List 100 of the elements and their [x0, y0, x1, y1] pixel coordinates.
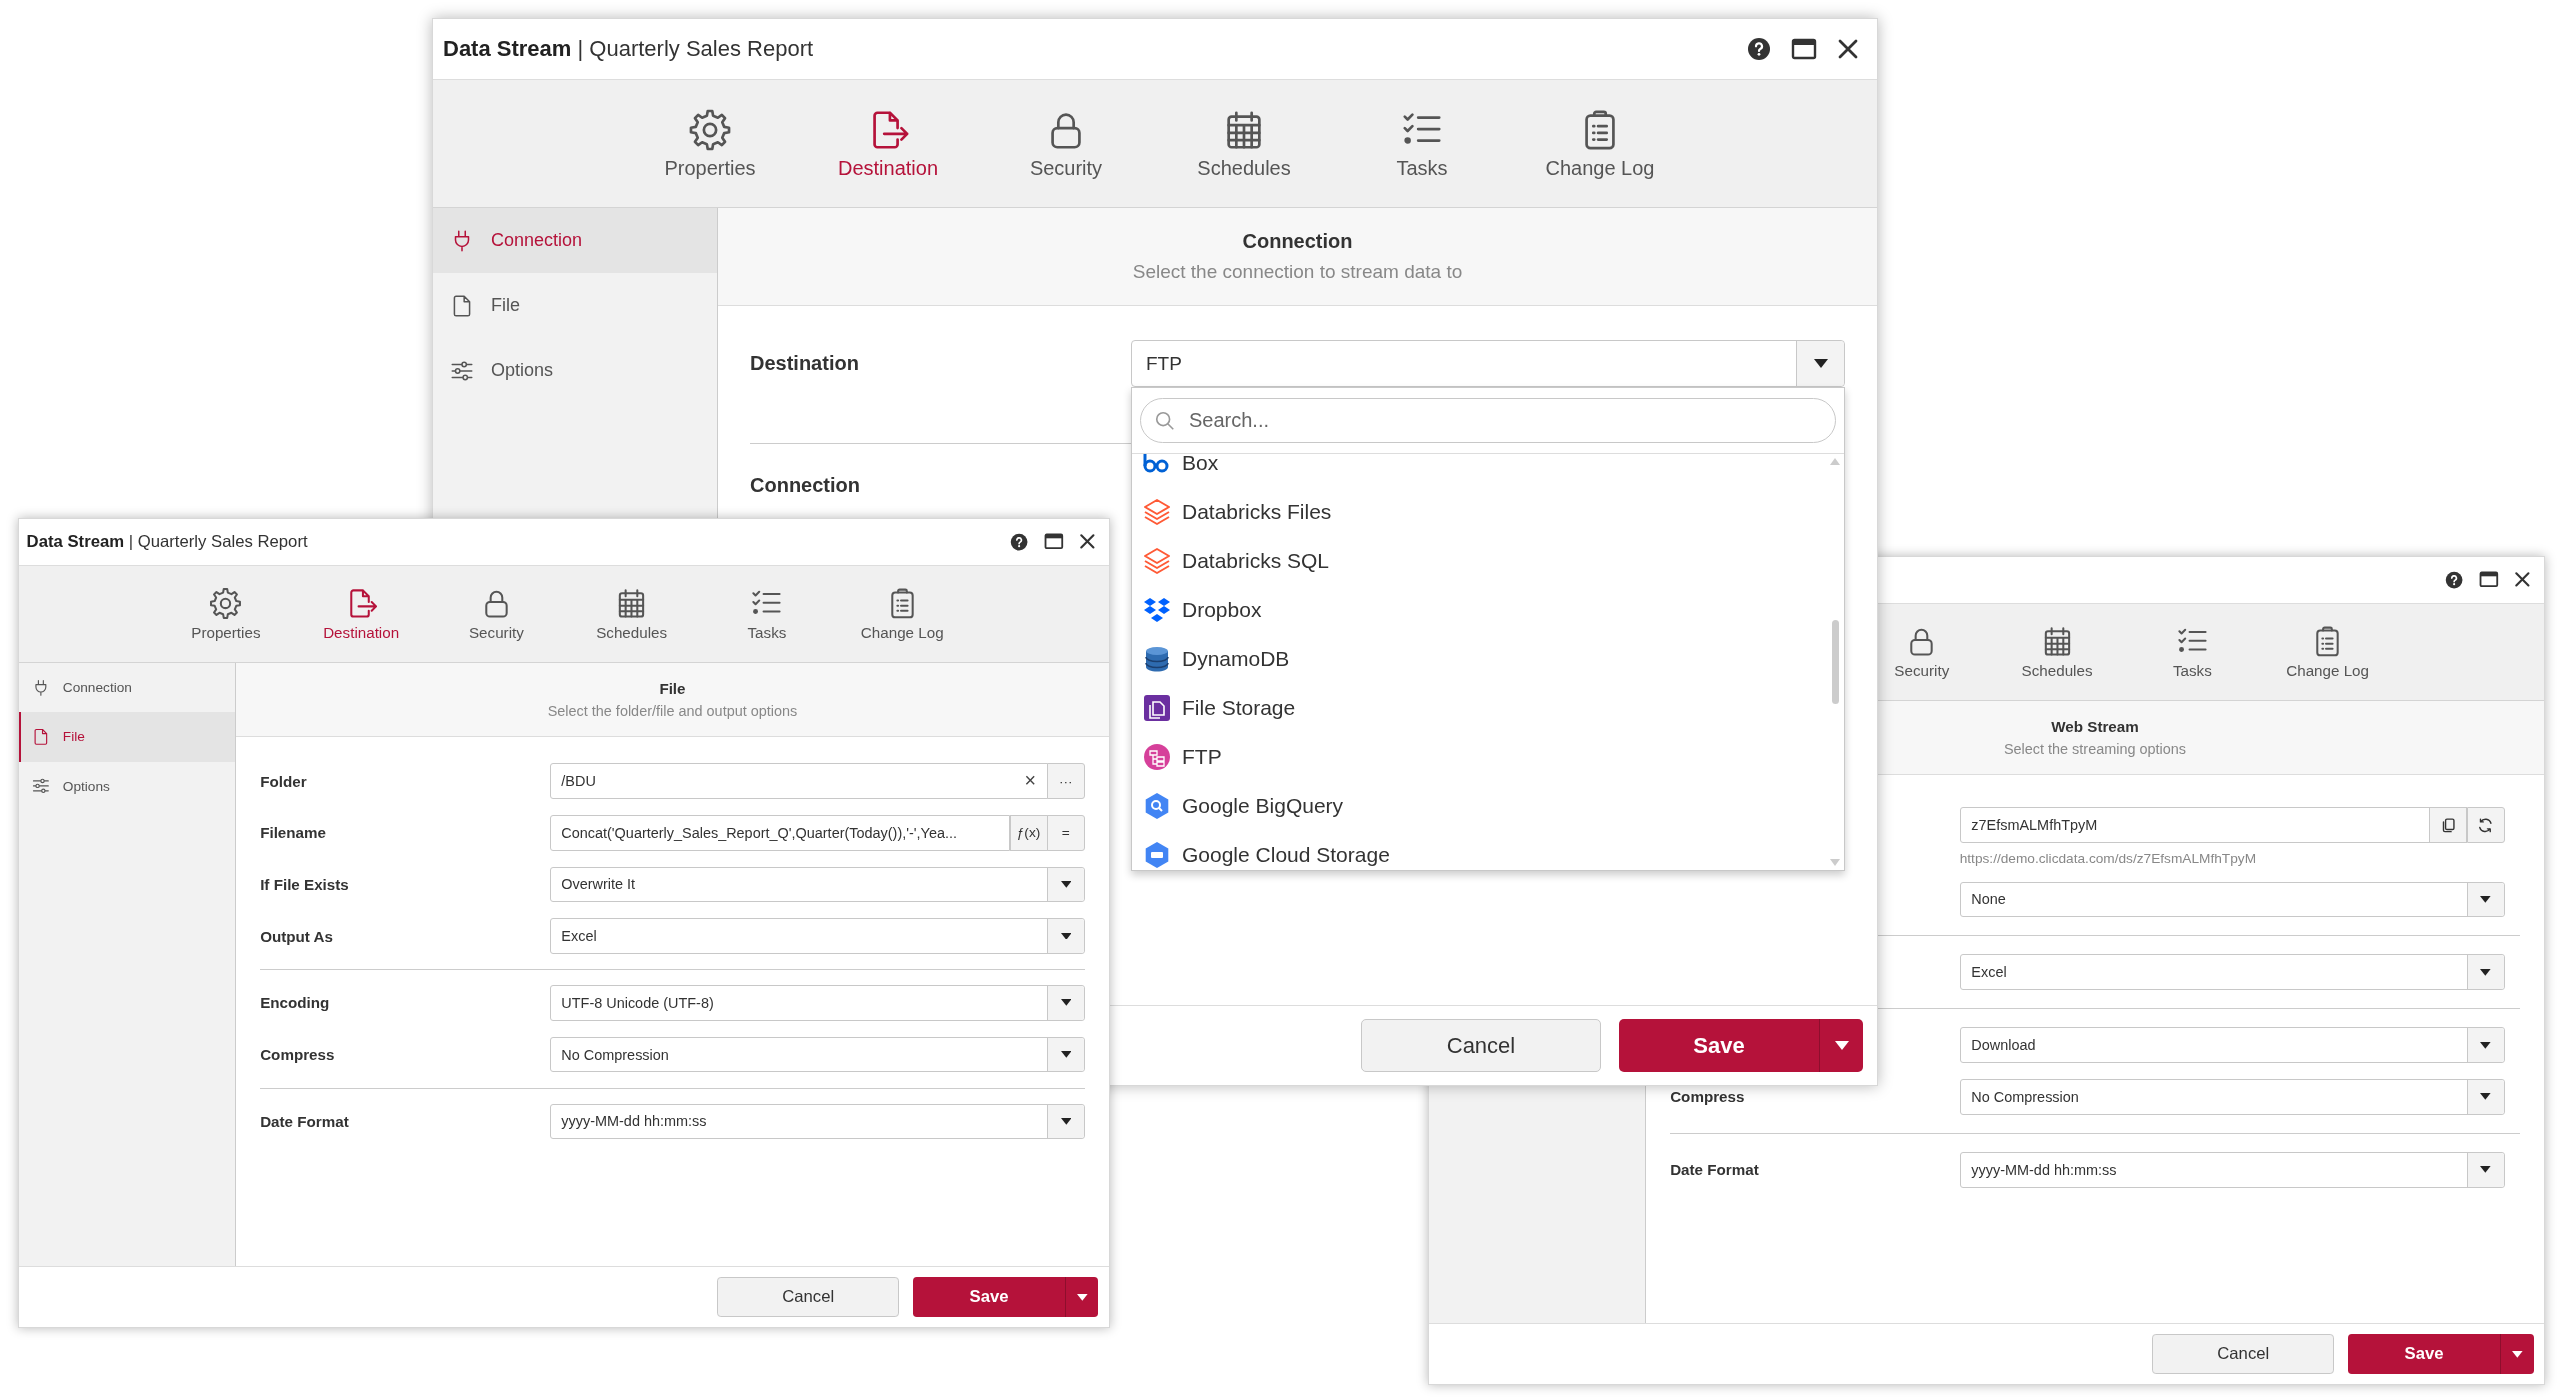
- section-subtitle: Select the connection to stream data to: [1132, 261, 1463, 283]
- cancel-button[interactable]: Cancel: [717, 1277, 900, 1318]
- select-field[interactable]: UTF-8 Unicode (UTF-8): [549, 985, 1085, 1021]
- select-field[interactable]: Download: [1959, 1027, 2505, 1064]
- gear-icon: [208, 586, 244, 622]
- toolbar-tab[interactable]: Security: [428, 565, 565, 662]
- maximize-icon[interactable]: [1043, 533, 1064, 551]
- caret-icon: [1834, 1041, 1849, 1050]
- scroll-up-icon: [1830, 458, 1840, 465]
- save-button[interactable]: Save: [913, 1277, 1066, 1318]
- stacked-layers-icon: [1142, 496, 1172, 527]
- select-field[interactable]: Excel: [1959, 954, 2505, 991]
- window-title: Data Stream | Quarterly Sales Report: [26, 531, 309, 552]
- close-icon[interactable]: [1078, 533, 1096, 551]
- field-label: Date Format: [1670, 1161, 1760, 1179]
- toolbar-tab[interactable]: Destination: [293, 565, 429, 662]
- caret-icon: [2512, 1350, 2523, 1358]
- field-label: Destination: [750, 352, 860, 375]
- toolbar-tab[interactable]: Change Log: [1511, 80, 1689, 207]
- folder-tree-icon: [1142, 741, 1172, 772]
- save-menu-button[interactable]: [2500, 1334, 2534, 1375]
- clear-button[interactable]: ×: [1013, 771, 1047, 791]
- select-field[interactable]: FTP: [1131, 340, 1845, 387]
- caret-icon: [1060, 999, 1072, 1007]
- caret-icon: [1060, 1117, 1072, 1125]
- select-field[interactable]: No Compression: [1959, 1079, 2505, 1115]
- field-label: Connection: [750, 474, 861, 497]
- caret-icon: [1076, 1293, 1088, 1301]
- input-action-button[interactable]: =: [1046, 814, 1085, 851]
- dropdown-option[interactable]: Databricks SQL: [1142, 536, 1844, 585]
- input-action-button[interactable]: ···: [1046, 763, 1085, 799]
- caret-icon: [2480, 1093, 2492, 1101]
- select-field[interactable]: Overwrite It: [549, 866, 1085, 903]
- section-title: Web Stream: [2051, 718, 2139, 736]
- toolbar-tab[interactable]: Properties: [621, 80, 799, 207]
- cancel-button[interactable]: Cancel: [2152, 1334, 2335, 1375]
- copy-button[interactable]: [2429, 807, 2468, 843]
- dropdown-option[interactable]: DynamoDB: [1142, 634, 1844, 683]
- section-subtitle: Select the folder/file and output options: [547, 703, 798, 720]
- field-label: Encoding: [260, 994, 331, 1012]
- input-action-button[interactable]: ƒ(x): [1009, 814, 1048, 851]
- stacked-layers-icon: [1142, 545, 1172, 576]
- select-field[interactable]: yyyy-MM-dd hh:mm:ss: [1959, 1152, 2505, 1188]
- close-icon[interactable]: [1837, 38, 1859, 60]
- dropdown-option[interactable]: Databricks Files: [1142, 487, 1844, 536]
- select-field[interactable]: yyyy-MM-dd hh:mm:ss: [549, 1103, 1085, 1140]
- sidebar-item[interactable]: Connection: [19, 662, 235, 713]
- gear-icon: [687, 107, 733, 153]
- sidebar-item[interactable]: Connection: [433, 208, 717, 273]
- field-label: Filename: [260, 824, 327, 842]
- section-title: Connection: [1242, 230, 1353, 253]
- toolbar-tab[interactable]: Schedules: [1155, 80, 1333, 207]
- toolbar-tab[interactable]: Schedules: [1989, 603, 2125, 700]
- toolbar-tab[interactable]: Tasks: [1333, 80, 1511, 207]
- refresh-button[interactable]: [2466, 807, 2505, 843]
- toolbar-tab[interactable]: Security: [1854, 603, 1990, 700]
- close-icon[interactable]: [2513, 571, 2531, 589]
- scroll-down-icon: [1830, 859, 1840, 866]
- search-field[interactable]: Search...: [1140, 398, 1836, 443]
- input-field[interactable]: z7EfsmALMfhTpyM: [1959, 807, 2431, 843]
- dropdown-option[interactable]: File Storage: [1142, 683, 1844, 732]
- input-field[interactable]: /BDU ×: [549, 763, 1048, 799]
- save-menu-button[interactable]: [1065, 1277, 1099, 1318]
- cancel-button[interactable]: Cancel: [1361, 1019, 1601, 1072]
- save-button[interactable]: Save: [2348, 1334, 2501, 1375]
- sidebar-item[interactable]: Options: [433, 338, 717, 403]
- toolbar-tab[interactable]: Change Log: [2259, 603, 2396, 700]
- toolbar-tab[interactable]: Schedules: [564, 565, 700, 662]
- toolbar-tab[interactable]: Tasks: [2124, 603, 2260, 700]
- help-icon[interactable]: [1010, 532, 1029, 551]
- help-icon[interactable]: [2445, 570, 2464, 589]
- toolbar-tab[interactable]: Properties: [158, 565, 294, 662]
- maximize-icon[interactable]: [2478, 571, 2499, 589]
- select-field[interactable]: No Compression: [549, 1036, 1085, 1073]
- help-icon[interactable]: [1747, 37, 1771, 61]
- section-title: File: [659, 680, 686, 698]
- toolbar-tab[interactable]: Destination: [799, 80, 977, 207]
- save-button[interactable]: Save: [1619, 1019, 1819, 1072]
- dropdown-option[interactable]: Google Cloud Storage: [1142, 830, 1844, 870]
- toolbar-tab[interactable]: Tasks: [699, 565, 835, 662]
- caret-icon: [2480, 1041, 2492, 1049]
- caret-icon: [2480, 1166, 2492, 1174]
- dropdown-option[interactable]: Box: [1142, 454, 1844, 487]
- scrollbar-thumb[interactable]: [1832, 620, 1839, 704]
- toolbar-tab[interactable]: Change Log: [834, 565, 970, 662]
- dropdown-option[interactable]: FTP: [1142, 732, 1844, 781]
- maximize-icon[interactable]: [1791, 38, 1817, 60]
- caret-icon: [1060, 932, 1072, 940]
- dropdown-option[interactable]: Google BigQuery: [1142, 781, 1844, 830]
- sidebar-item[interactable]: File: [19, 712, 235, 762]
- sidebar-item[interactable]: File: [433, 273, 717, 338]
- dropdown-option[interactable]: Dropbox: [1142, 585, 1844, 634]
- refresh-icon: [2477, 816, 2494, 834]
- save-menu-button[interactable]: [1819, 1019, 1863, 1072]
- select-field[interactable]: Excel: [549, 918, 1085, 954]
- url-text: https://demo.clicdata.com/ds/z7EfsmALMfhTpyM: [1959, 850, 2258, 866]
- sidebar-item[interactable]: Options: [19, 761, 235, 812]
- input-field[interactable]: Concat('Quarterly_Sales_Report_Q',Quarter(Today()),'-',Yea...: [549, 814, 1011, 851]
- select-field[interactable]: None: [1959, 881, 2505, 918]
- toolbar-tab[interactable]: Security: [977, 80, 1155, 207]
